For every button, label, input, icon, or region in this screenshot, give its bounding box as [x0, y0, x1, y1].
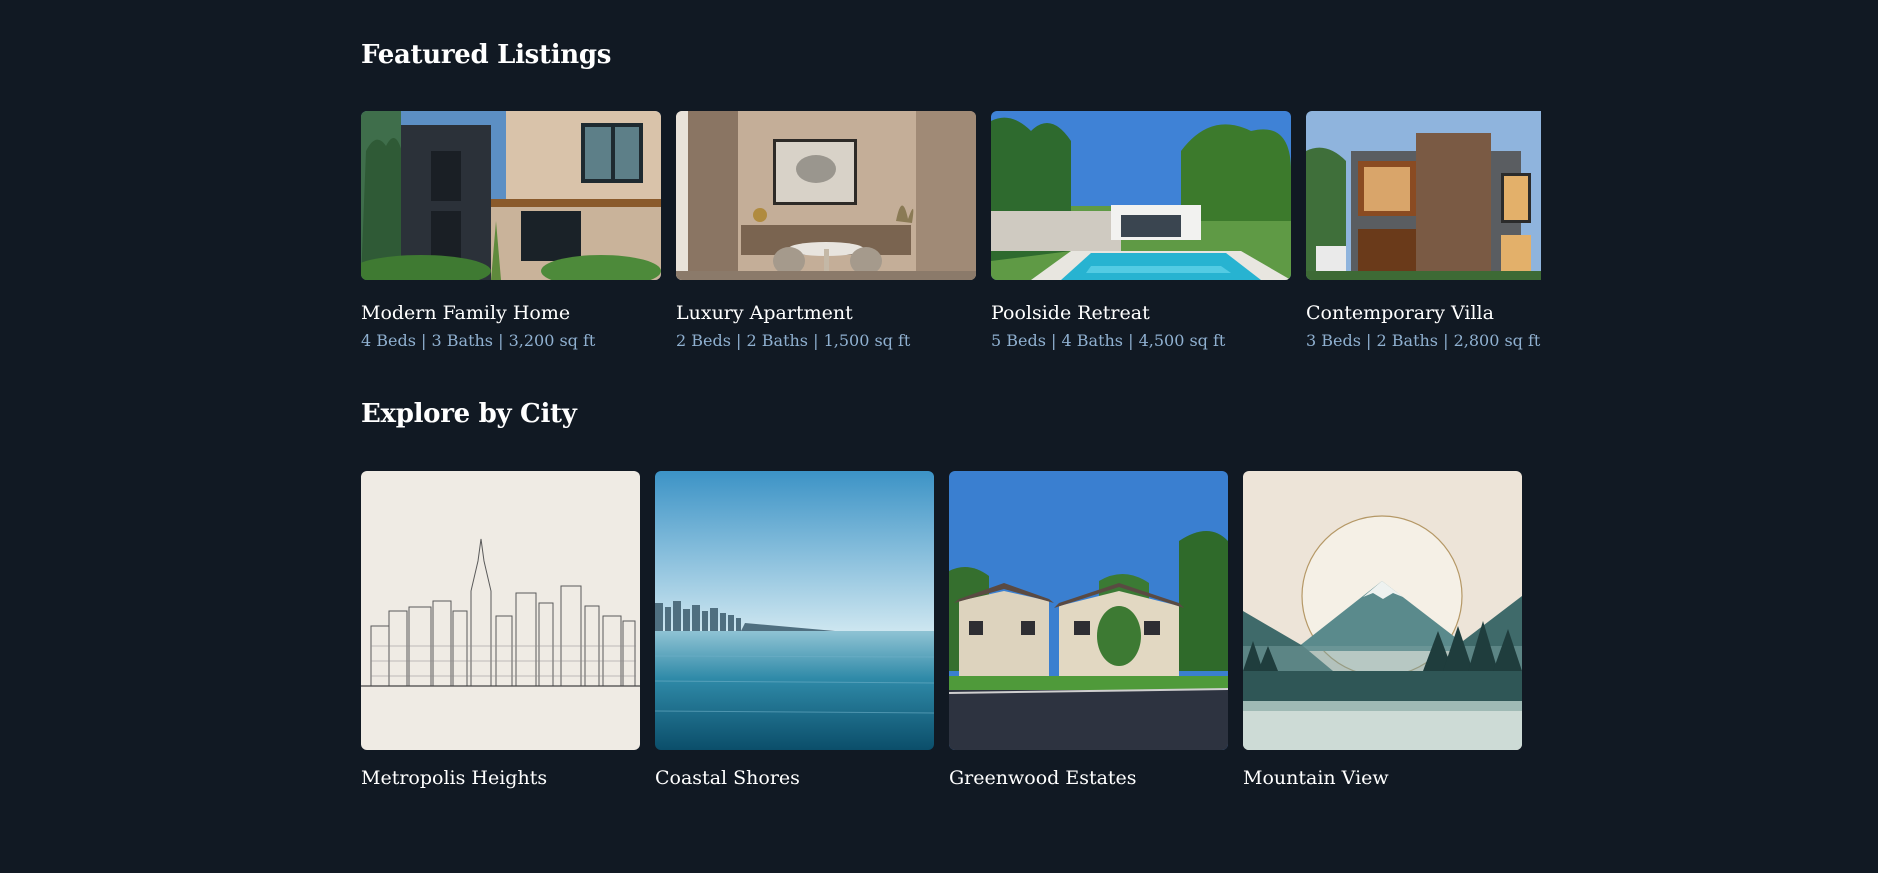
listing-details: 4 Beds | 3 Baths | 3,200 sq ft — [361, 331, 596, 350]
listing-details: 5 Beds | 4 Baths | 4,500 sq ft — [991, 331, 1226, 350]
listing-image-modern-family-home[interactable] — [361, 111, 661, 280]
listing-card-contemporary-villa[interactable]: Contemporary Villa 3 Beds | 2 Baths | 2,… — [1306, 111, 1541, 350]
listing-card-poolside-retreat[interactable]: Poolside Retreat 5 Beds | 4 Baths | 4,50… — [991, 111, 1291, 350]
featured-listings-heading: Featured Listings — [361, 40, 612, 70]
city-title[interactable]: Greenwood Estates — [949, 767, 1137, 789]
city-title[interactable]: Coastal Shores — [655, 767, 800, 789]
explore-by-city-heading: Explore by City — [361, 399, 577, 429]
city-grid: Metropolis Heights Coastal Shores Greenw… — [361, 471, 1541, 801]
listing-image-luxury-apartment[interactable] — [676, 111, 976, 280]
city-image-metropolis-heights[interactable] — [361, 471, 640, 750]
listing-title[interactable]: Poolside Retreat — [991, 302, 1150, 324]
listing-title[interactable]: Contemporary Villa — [1306, 302, 1494, 324]
listing-title[interactable]: Modern Family Home — [361, 302, 570, 324]
listing-card-modern-family-home[interactable]: Modern Family Home 4 Beds | 3 Baths | 3,… — [361, 111, 661, 350]
city-card-metropolis-heights[interactable]: Metropolis Heights — [361, 471, 640, 789]
listing-card-luxury-apartment[interactable]: Luxury Apartment 2 Beds | 2 Baths | 1,50… — [676, 111, 976, 350]
city-title[interactable]: Mountain View — [1243, 767, 1389, 789]
listing-title[interactable]: Luxury Apartment — [676, 302, 853, 324]
listing-image-contemporary-villa[interactable] — [1306, 111, 1541, 280]
city-card-coastal-shores[interactable]: Coastal Shores — [655, 471, 934, 789]
city-image-mountain-view[interactable] — [1243, 471, 1522, 750]
featured-listings-carousel[interactable]: Modern Family Home 4 Beds | 3 Baths | 3,… — [361, 111, 1541, 361]
city-image-coastal-shores[interactable] — [655, 471, 934, 750]
city-image-greenwood-estates[interactable] — [949, 471, 1228, 750]
city-title[interactable]: Metropolis Heights — [361, 767, 547, 789]
city-card-mountain-view[interactable]: Mountain View — [1243, 471, 1522, 789]
city-card-greenwood-estates[interactable]: Greenwood Estates — [949, 471, 1228, 789]
listing-details: 3 Beds | 2 Baths | 2,800 sq ft — [1306, 331, 1541, 350]
listing-image-poolside-retreat[interactable] — [991, 111, 1291, 280]
listing-details: 2 Beds | 2 Baths | 1,500 sq ft — [676, 331, 911, 350]
